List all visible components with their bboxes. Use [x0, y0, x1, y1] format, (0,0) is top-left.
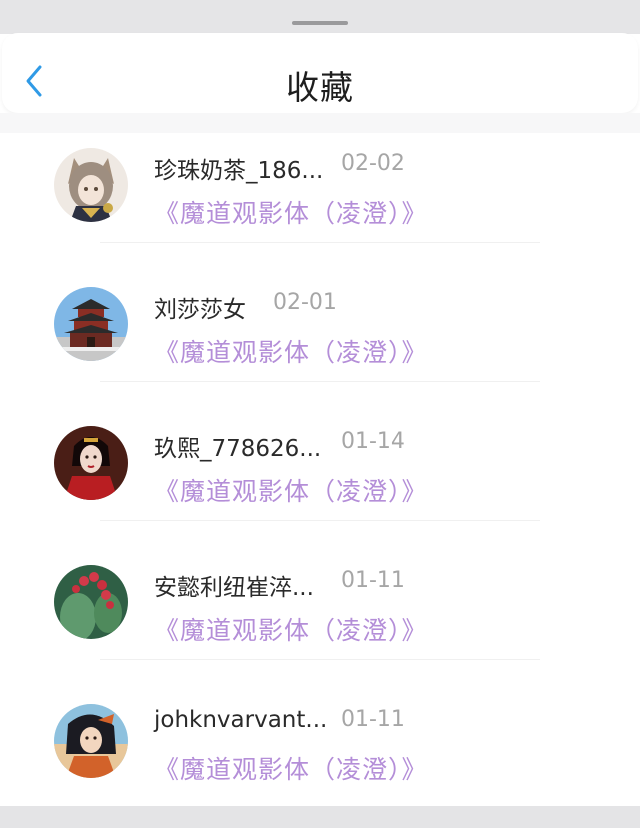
user-name: 刘莎莎女: [154, 297, 246, 323]
illustrated-girl-avatar-icon: [54, 704, 128, 778]
divider: [100, 520, 540, 521]
sheet-handle-area[interactable]: [0, 0, 640, 34]
avatar: [54, 287, 128, 361]
user-name: 安懿利纽崔淬...: [154, 575, 314, 601]
list-item[interactable]: 安懿利纽崔淬... 01-11 《魔道观影体（凌澄）》: [0, 550, 640, 689]
page-title: 收藏: [286, 68, 354, 107]
divider: [100, 659, 540, 660]
date-label: 01-11: [341, 707, 405, 732]
avatar: [54, 426, 128, 500]
cactus-fruit-avatar-icon: [54, 565, 128, 639]
list-item[interactable]: 玖熙_778626... 01-14 《魔道观影体（凌澄）》: [0, 411, 640, 550]
red-dress-woman-avatar-icon: [54, 426, 128, 500]
date-label: 02-02: [341, 151, 405, 176]
favorites-list: 珍珠奶茶_186... 02-02 《魔道观影体（凌澄）》 刘莎莎女 02-01…: [0, 133, 640, 828]
pagoda-avatar-icon: [54, 287, 128, 361]
drag-handle[interactable]: [292, 21, 348, 25]
divider: [100, 381, 540, 382]
anime-catgirl-avatar-icon: [54, 148, 128, 222]
list-item[interactable]: 刘莎莎女 02-01 《魔道观影体（凌澄）》: [0, 272, 640, 411]
divider: [100, 242, 540, 243]
list-item[interactable]: johknvarvant... 01-11 《魔道观影体（凌澄）》: [0, 689, 640, 828]
work-title-link[interactable]: 《魔道观影体（凌澄）》: [154, 750, 428, 786]
header-spacer: [0, 113, 640, 133]
date-label: 01-14: [341, 429, 405, 454]
user-name: johknvarvant...: [154, 707, 328, 733]
user-name: 玖熙_778626...: [154, 436, 322, 462]
avatar: [54, 565, 128, 639]
work-title-link[interactable]: 《魔道观影体（凌澄）》: [154, 333, 428, 369]
avatar: [54, 148, 128, 222]
work-title-link[interactable]: 《魔道观影体（凌澄）》: [154, 194, 428, 230]
favorites-sheet: 收藏 珍珠奶茶_186... 02-02 《魔道观影体（凌澄）》 刘莎莎女 02…: [0, 0, 640, 806]
list-item[interactable]: 珍珠奶茶_186... 02-02 《魔道观影体（凌澄）》: [0, 133, 640, 272]
work-title-link[interactable]: 《魔道观影体（凌澄）》: [154, 611, 428, 647]
work-title-link[interactable]: 《魔道观影体（凌澄）》: [154, 472, 428, 508]
user-name: 珍珠奶茶_186...: [154, 158, 324, 184]
header: 收藏: [2, 33, 638, 113]
date-label: 01-11: [341, 568, 405, 593]
avatar: [54, 704, 128, 778]
date-label: 02-01: [273, 290, 337, 315]
